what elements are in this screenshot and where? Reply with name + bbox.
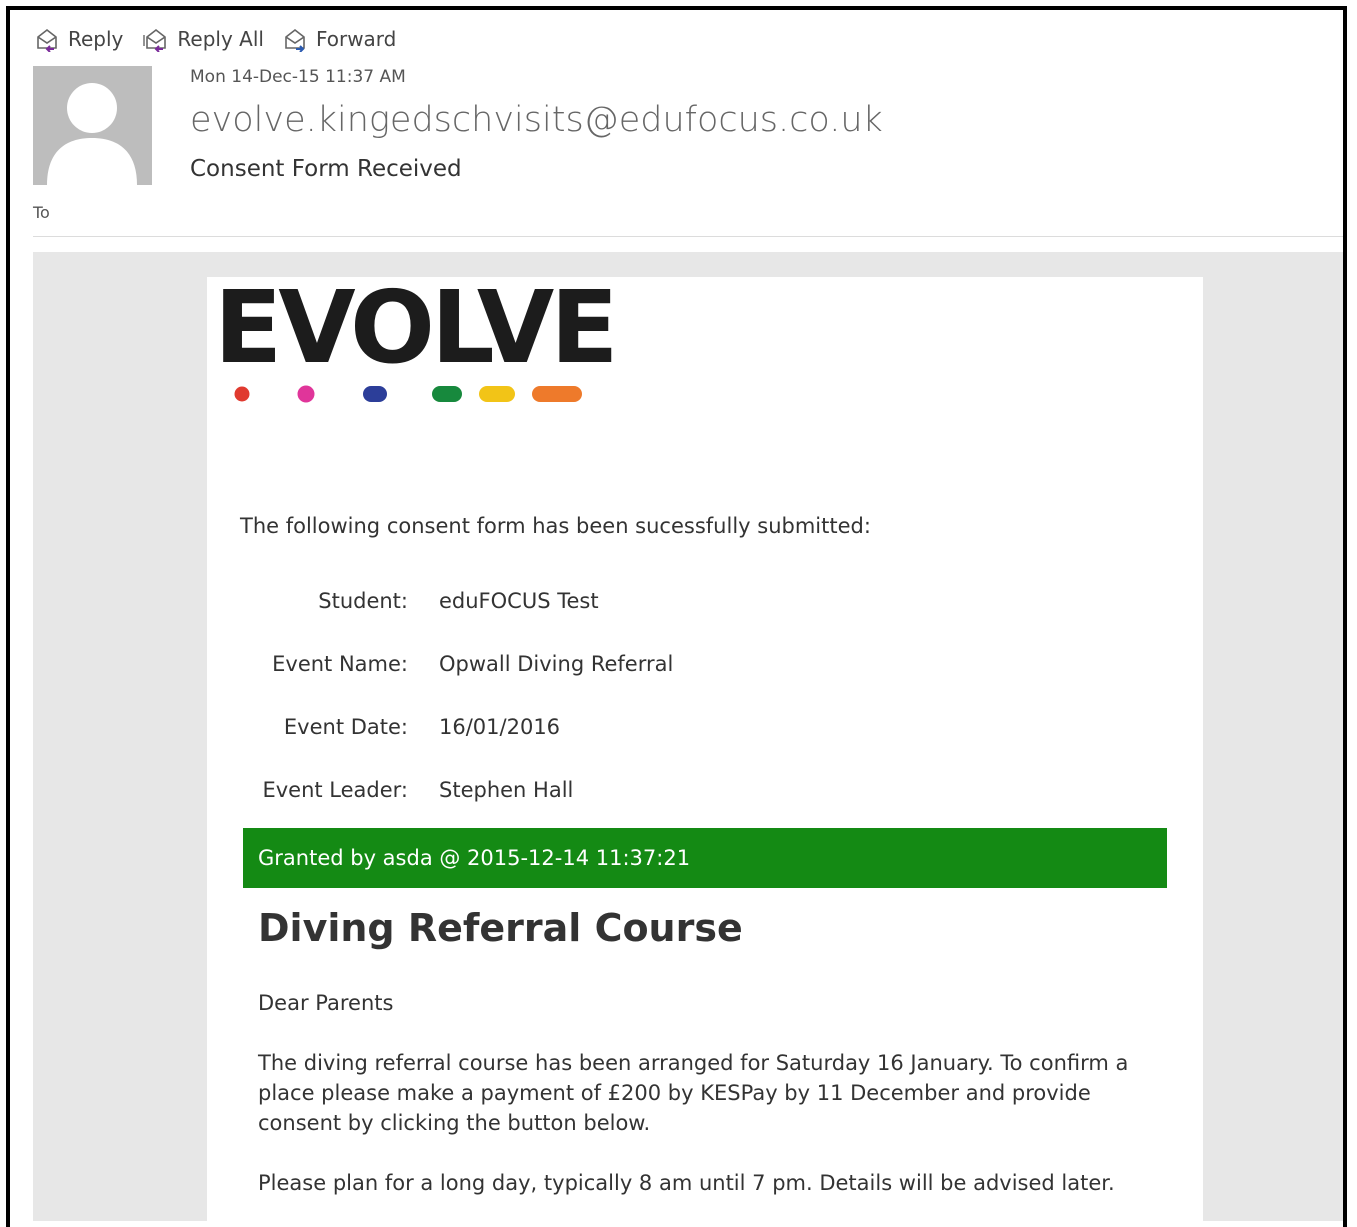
message-toolbar: Reply Reply All Forward xyxy=(34,26,414,52)
header-divider xyxy=(33,236,1343,237)
consent-granted-banner: Granted by asda @ 2015-12-14 11:37:21 xyxy=(243,828,1167,888)
course-title: Diving Referral Course xyxy=(258,906,743,950)
reply-all-button[interactable]: Reply All xyxy=(141,26,264,52)
reply-button[interactable]: Reply xyxy=(34,26,123,52)
info-value: Stephen Hall xyxy=(439,778,574,802)
logo-color-dots xyxy=(234,385,582,403)
reply-all-icon xyxy=(143,28,167,52)
info-label: Event Name: xyxy=(272,652,408,676)
person-silhouette-icon xyxy=(33,66,152,185)
evolve-logo: EVOLVE xyxy=(214,269,619,386)
to-label: To xyxy=(33,203,50,222)
reply-all-label: Reply All xyxy=(177,27,264,51)
day-plan-paragraph: Please plan for a long day, typically 8 … xyxy=(258,1171,1115,1195)
forward-label: Forward xyxy=(315,27,397,51)
info-value: Opwall Diving Referral xyxy=(439,652,674,676)
info-row-event-date: Event Date: 16/01/2016 xyxy=(230,715,930,745)
forward-icon xyxy=(285,28,305,52)
info-value: 16/01/2016 xyxy=(439,715,561,739)
info-label: Event Leader: xyxy=(262,778,408,802)
reply-label: Reply xyxy=(68,27,124,51)
forward-button[interactable]: Forward xyxy=(282,26,396,52)
info-label: Event Date: xyxy=(283,715,408,739)
sent-date: Mon 14-Dec-15 11:37 AM xyxy=(190,67,406,87)
info-row-student: Student: eduFOCUS Test xyxy=(230,589,930,619)
info-label: Student: xyxy=(318,589,408,613)
reply-icon xyxy=(37,28,57,52)
message-subject: Consent Form Received xyxy=(190,156,462,182)
sender-address[interactable]: evolve.kingedschvisits@edufocus.co.uk xyxy=(190,100,883,140)
sender-avatar xyxy=(33,66,152,185)
info-row-event-leader: Event Leader: Stephen Hall xyxy=(230,778,930,808)
info-row-event-name: Event Name: Opwall Diving Referral xyxy=(230,652,930,682)
greeting-text: Dear Parents xyxy=(258,991,394,1015)
course-details-paragraph: The diving referral course has been arra… xyxy=(258,1051,1129,1135)
info-value: eduFOCUS Test xyxy=(439,589,599,613)
intro-text: The following consent form has been suce… xyxy=(240,514,871,538)
